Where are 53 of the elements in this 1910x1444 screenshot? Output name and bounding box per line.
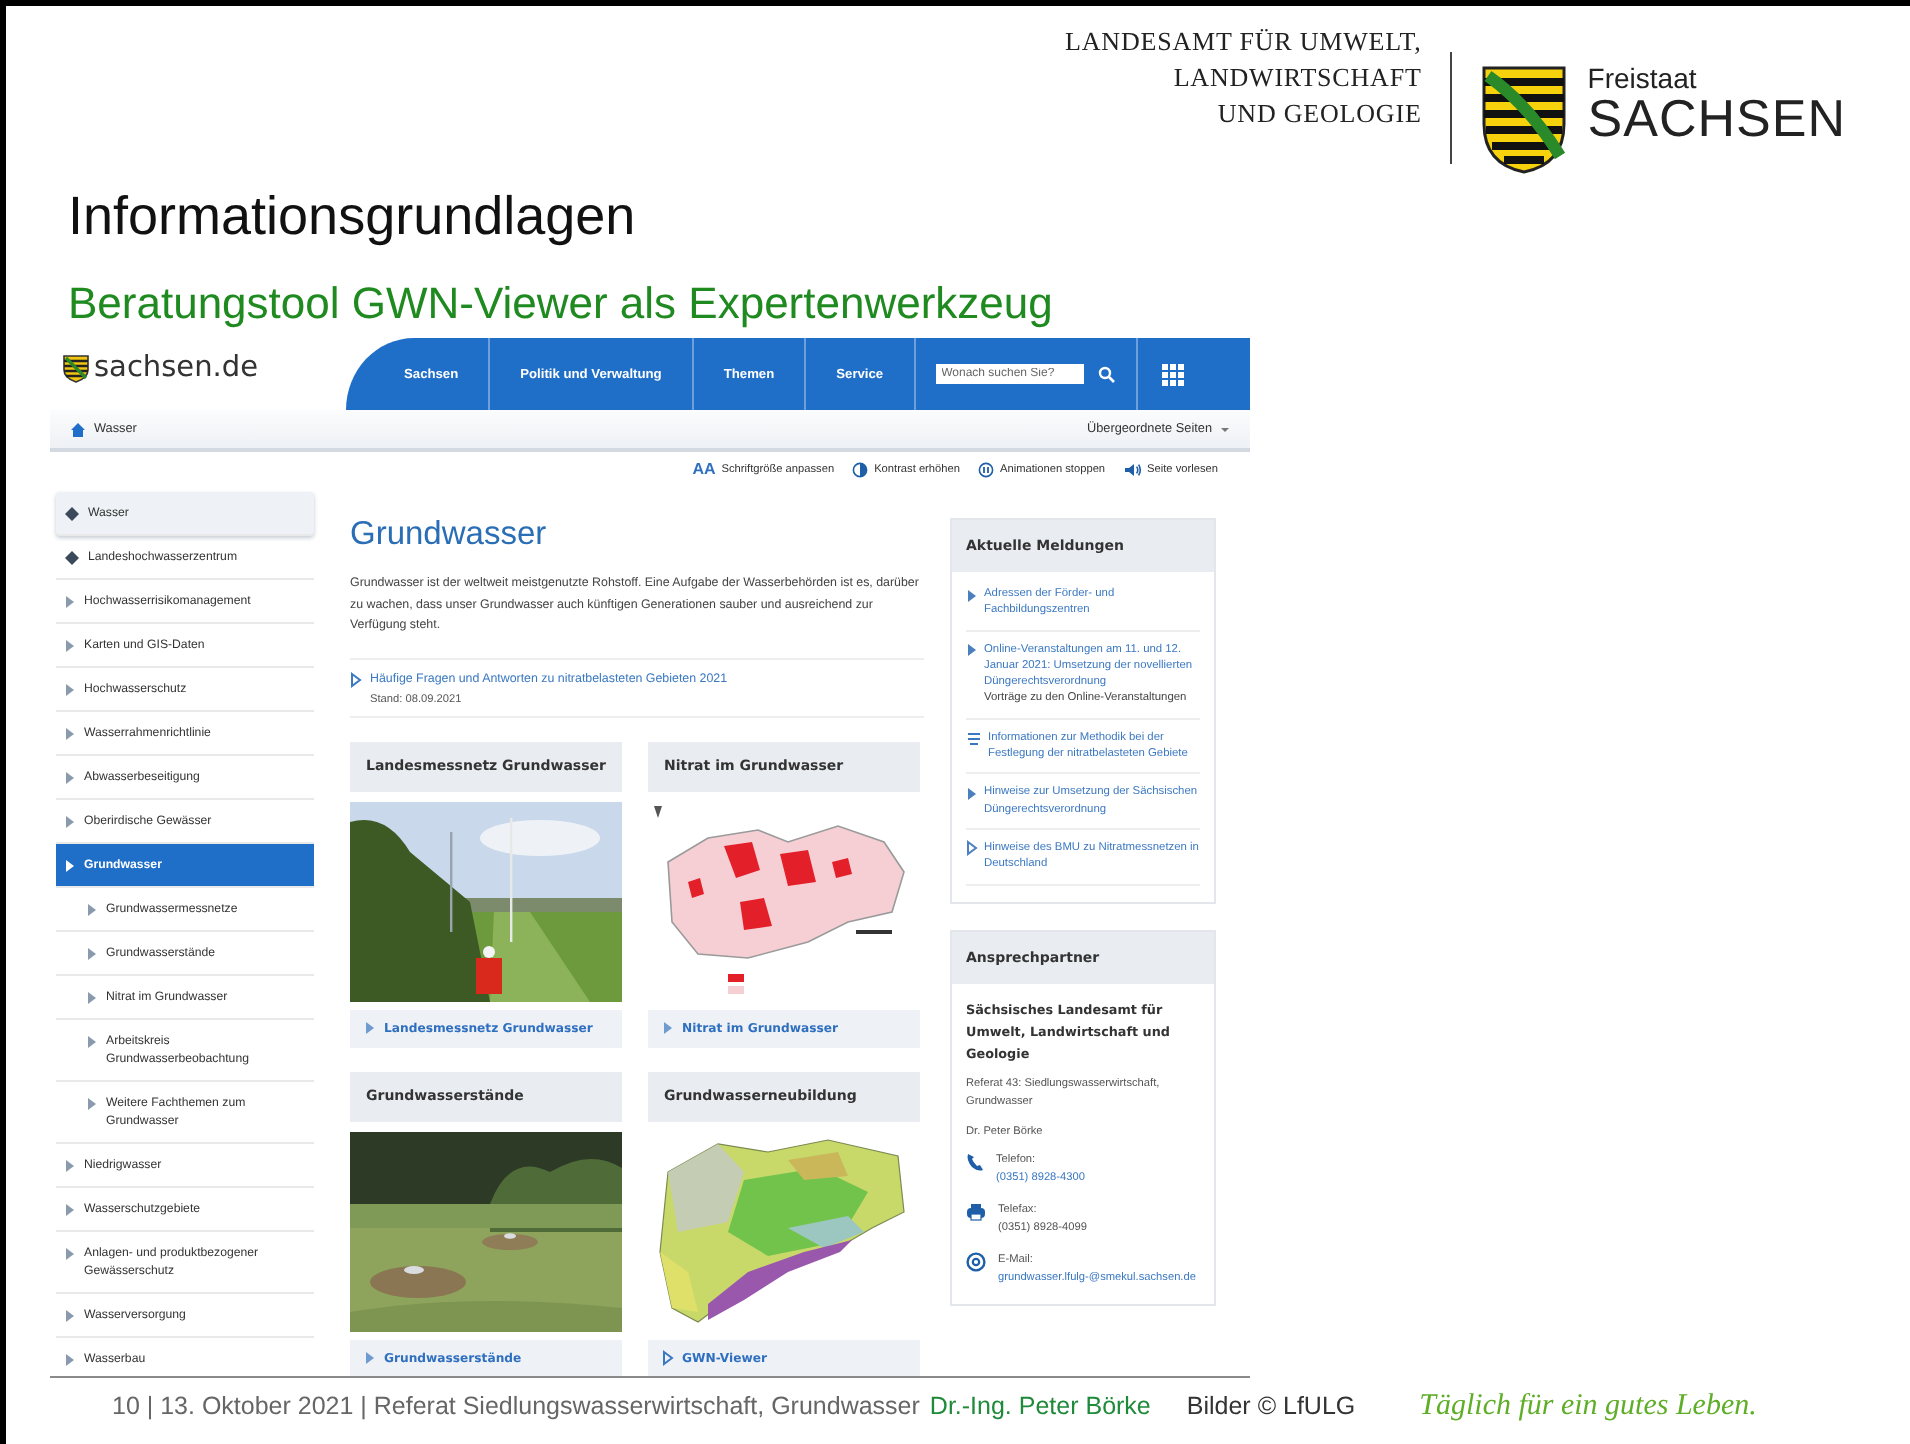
grid-icon[interactable] [1161,363,1184,385]
triangle-icon [86,1034,98,1050]
triangle-icon [64,1202,76,1218]
image-credit: Bilder © LfULG [1186,1390,1356,1422]
slide-title: Informationsgrundlagen [68,184,636,250]
triangle-icon [86,1096,98,1112]
diamond-icon [64,506,80,522]
triangle-icon [364,1350,376,1366]
triangle-icon [64,638,76,654]
triangle-icon [86,946,98,962]
coat-of-arms-icon [1479,64,1568,176]
triangle-icon [64,858,76,874]
slide-subtitle: Beratungstool GWN-Viewer als Expertenwerkzeug [68,278,1053,330]
triangle-icon [966,785,978,802]
font-size-glyph: AA [692,460,716,478]
search-icon[interactable] [1097,365,1116,383]
footer-meta: 10 | 13. Oktober 2021 | Referat Siedlungswasserwirtschaft, Grundwasser [112,1390,920,1422]
triangle-icon [64,1246,76,1262]
pause-icon[interactable] [977,461,994,477]
agency-name: LANDESAMT FÜR UMWELT, [1065,24,1422,60]
contrast-icon[interactable] [852,461,869,477]
triangle-icon [64,1158,76,1174]
phone-icon [966,1151,984,1172]
triangle-icon [86,902,98,918]
triangle-icon [64,594,76,610]
triangle-icon [350,671,362,687]
triangle-icon [64,770,76,786]
triangle-icon [364,1020,376,1036]
coat-of-arms-icon [62,353,90,383]
footer-author: Dr.-Ing. Peter Börke [929,1390,1151,1422]
diamond-icon [64,550,80,566]
triangle-icon [64,1308,76,1324]
triangle-icon [86,990,98,1006]
triangle-icon [662,1350,674,1366]
triangle-icon [966,642,978,659]
page-heading: Grundwasser [350,514,549,554]
triangle-icon [966,840,978,857]
speaker-icon[interactable] [1123,461,1142,477]
state-name: Freistaat [1587,64,1699,94]
triangle-icon [64,814,76,830]
printer-icon [966,1201,986,1222]
agency-name: UND GEOLOGIE [1217,96,1422,132]
triangle-icon [64,682,76,698]
triangle-icon [64,726,76,742]
triangle-icon [64,1352,76,1368]
agency-name: LANDWIRTSCHAFT [1173,60,1422,96]
slogan: Täglich für ein gutes Leben. [1419,1390,1757,1422]
triangle-icon [966,587,978,603]
caret-icon [1220,425,1230,433]
triangle-icon [662,1020,674,1036]
site-logo: sachsen.de [94,352,259,384]
state-name: SACHSEN [1587,94,1846,142]
home-icon[interactable] [70,421,86,437]
